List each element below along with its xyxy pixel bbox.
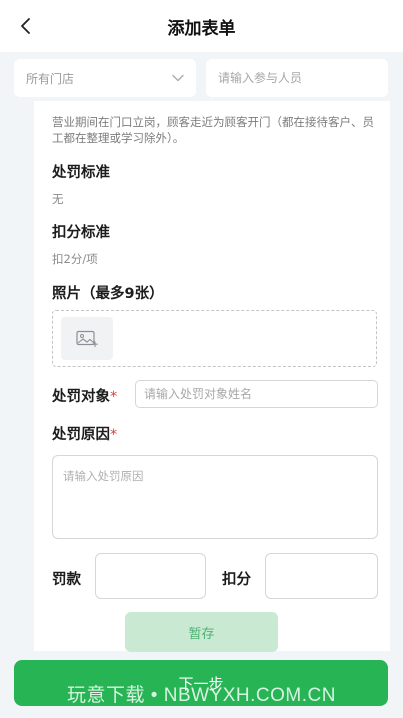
store-select[interactable]: 所有门店: [14, 59, 196, 97]
deduction-standard-value: 扣2分/项: [52, 252, 98, 266]
image-icon: [76, 330, 98, 347]
required-mark: *: [110, 389, 118, 405]
points-label: 扣分: [222, 572, 251, 588]
filter-row: 所有门店: [14, 59, 388, 97]
rule-description: 营业期间在门口立岗，顾客走近为顾客开门（都在接待客户、员工都在整理或学习除外）。: [52, 115, 374, 145]
next-step-button[interactable]: 下一步: [14, 660, 388, 706]
required-mark: *: [110, 427, 118, 443]
photo-upload-area: [52, 310, 377, 367]
fine-label: 罚款: [52, 572, 81, 588]
draft-button[interactable]: 暂存: [125, 612, 278, 652]
penalty-standard-label: 处罚标准: [52, 165, 110, 181]
target-label: 处罚对象*: [52, 385, 117, 406]
target-label-text: 处罚对象: [52, 389, 110, 405]
page-title: 添加表单: [167, 18, 236, 39]
deduction-standard-label: 扣分标准: [52, 225, 110, 241]
photo-label: 照片（最多9张）: [52, 286, 164, 302]
points-input[interactable]: [265, 553, 378, 599]
reason-textarea[interactable]: [52, 455, 378, 539]
chevron-left-icon: [21, 18, 30, 34]
add-photo-button[interactable]: [61, 317, 113, 360]
back-button[interactable]: [14, 12, 38, 40]
reason-label: 处罚原因*: [52, 423, 117, 444]
participant-search-input[interactable]: [206, 59, 388, 97]
penalty-standard-value: 无: [52, 192, 64, 206]
reason-label-text: 处罚原因: [52, 427, 110, 443]
fine-input[interactable]: [95, 553, 206, 599]
chevron-down-icon: [172, 74, 184, 82]
target-name-input[interactable]: [135, 380, 378, 408]
store-select-value: 所有门店: [26, 71, 75, 86]
top-bar: 添加表单: [0, 0, 403, 52]
